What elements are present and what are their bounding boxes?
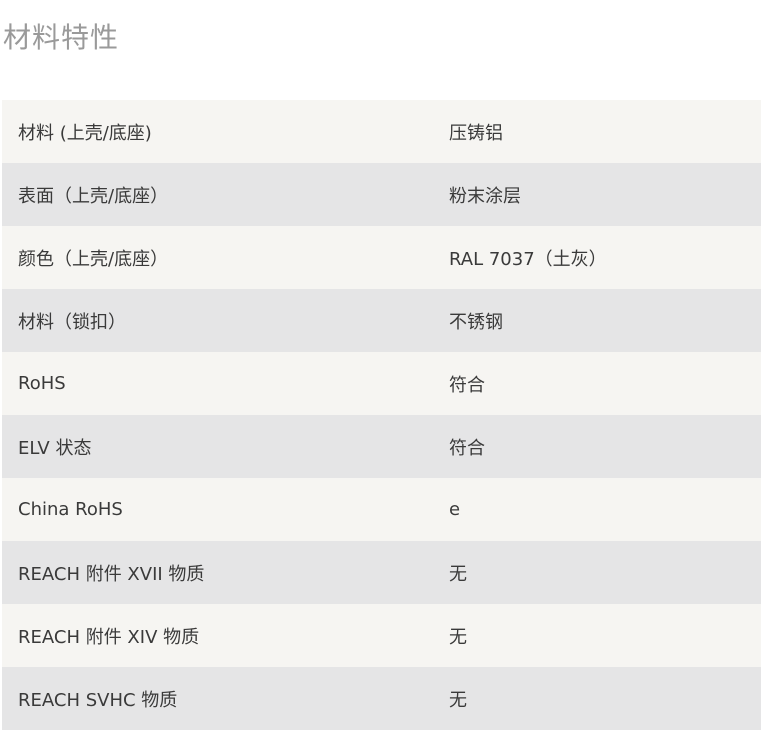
row-label: 材料（锁扣） <box>2 289 433 352</box>
row-label: REACH 附件 XVII 物质 <box>2 541 433 604</box>
row-value: 符合 <box>433 415 761 478</box>
section-title: 材料特性 <box>3 21 120 54</box>
row-value: 无 <box>433 541 761 604</box>
row-value: 无 <box>433 604 761 667</box>
row-label: 颜色（上壳/底座） <box>2 226 433 289</box>
row-label: REACH 附件 XIV 物质 <box>2 604 433 667</box>
row-value: 符合 <box>433 352 761 415</box>
table-body: 材料 (上壳/底座) 压铸铝 表面（上壳/底座） 粉末涂层 颜色（上壳/底座） … <box>2 100 761 730</box>
row-label: RoHS <box>2 352 433 415</box>
row-label: 表面（上壳/底座） <box>2 163 433 226</box>
row-label: 材料 (上壳/底座) <box>2 100 433 163</box>
row-value: 无 <box>433 667 761 730</box>
table-row: 表面（上壳/底座） 粉末涂层 <box>2 163 761 226</box>
row-value: 粉末涂层 <box>433 163 761 226</box>
row-value: 压铸铝 <box>433 100 761 163</box>
row-value: RAL 7037（土灰） <box>433 226 761 289</box>
table-row: RoHS 符合 <box>2 352 761 415</box>
table-row: 材料（锁扣） 不锈钢 <box>2 289 761 352</box>
row-label: ELV 状态 <box>2 415 433 478</box>
table-row: 颜色（上壳/底座） RAL 7037（土灰） <box>2 226 761 289</box>
table-row: REACH 附件 XVII 物质 无 <box>2 541 761 604</box>
row-value: 不锈钢 <box>433 289 761 352</box>
table-row: 材料 (上壳/底座) 压铸铝 <box>2 100 761 163</box>
material-properties-table: 材料 (上壳/底座) 压铸铝 表面（上壳/底座） 粉末涂层 颜色（上壳/底座） … <box>2 100 761 730</box>
row-label: China RoHS <box>2 478 433 541</box>
table-row: China RoHS e <box>2 478 761 541</box>
table-row: REACH SVHC 物质 无 <box>2 667 761 730</box>
row-value: e <box>433 478 761 541</box>
table-row: ELV 状态 符合 <box>2 415 761 478</box>
table-row: REACH 附件 XIV 物质 无 <box>2 604 761 667</box>
row-label: REACH SVHC 物质 <box>2 667 433 730</box>
